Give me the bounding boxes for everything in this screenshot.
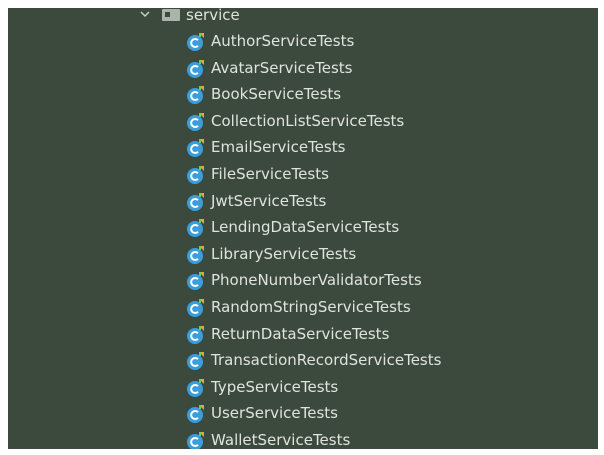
- test-class-icon: [187, 325, 204, 344]
- file-list: AuthorServiceTests AvatarServiceTests Book…: [8, 28, 598, 449]
- file-label: RandomStringServiceTests: [211, 297, 411, 316]
- file-item[interactable]: TypeServiceTests: [8, 374, 598, 401]
- file-label: ReturnDataServiceTests: [211, 324, 390, 343]
- test-class-icon: [187, 405, 204, 424]
- file-item[interactable]: AuthorServiceTests: [8, 28, 598, 55]
- test-class-icon: [187, 192, 204, 211]
- file-label: WalletServiceTests: [211, 430, 351, 449]
- test-class-icon: [187, 59, 204, 78]
- file-item[interactable]: JwtServiceTests: [8, 188, 598, 215]
- folder-label: service: [186, 8, 240, 24]
- file-label: LibraryServiceTests: [211, 244, 357, 263]
- file-label: BookServiceTests: [211, 85, 342, 104]
- folder-row-service[interactable]: service: [8, 8, 598, 27]
- test-class-icon: [187, 139, 204, 158]
- file-item[interactable]: RandomStringServiceTests: [8, 294, 598, 321]
- test-class-icon: [187, 272, 204, 291]
- file-label: PhoneNumberValidatorTests: [211, 271, 422, 290]
- file-label: TransactionRecordServiceTests: [211, 351, 442, 370]
- test-class-icon: [187, 352, 204, 371]
- file-item[interactable]: EmailServiceTests: [8, 134, 598, 161]
- file-item[interactable]: UserServiceTests: [8, 400, 598, 427]
- project-tree-panel: service AuthorServiceTests AvatarServiceT…: [8, 8, 598, 449]
- file-item[interactable]: BookServiceTests: [8, 81, 598, 108]
- file-item[interactable]: FileServiceTests: [8, 161, 598, 188]
- test-class-icon: [187, 86, 204, 105]
- test-class-icon: [187, 298, 204, 317]
- file-label: AvatarServiceTests: [211, 58, 353, 77]
- file-item[interactable]: ReturnDataServiceTests: [8, 321, 598, 348]
- file-item[interactable]: WalletServiceTests: [8, 427, 598, 449]
- file-item[interactable]: LibraryServiceTests: [8, 241, 598, 268]
- file-item[interactable]: TransactionRecordServiceTests: [8, 347, 598, 374]
- file-label: UserServiceTests: [211, 404, 338, 423]
- file-label: LendingDataServiceTests: [211, 218, 400, 237]
- test-class-icon: [187, 33, 204, 51]
- file-label: CollectionListServiceTests: [211, 111, 405, 130]
- file-item[interactable]: LendingDataServiceTests: [8, 214, 598, 241]
- file-label: EmailServiceTests: [211, 138, 346, 157]
- test-class-icon: [187, 219, 204, 238]
- file-item[interactable]: CollectionListServiceTests: [8, 108, 598, 135]
- file-label: AuthorServiceTests: [211, 32, 355, 50]
- folder-icon: [162, 9, 180, 21]
- test-class-icon: [187, 378, 204, 397]
- file-label: JwtServiceTests: [211, 191, 327, 210]
- test-class-icon: [187, 165, 204, 184]
- test-class-icon: [187, 112, 204, 131]
- test-class-icon: [187, 431, 204, 449]
- file-label: TypeServiceTests: [211, 377, 339, 396]
- chevron-down-icon[interactable]: [138, 8, 152, 21]
- file-item[interactable]: AvatarServiceTests: [8, 55, 598, 82]
- test-class-icon: [187, 245, 204, 264]
- file-item[interactable]: PhoneNumberValidatorTests: [8, 267, 598, 294]
- file-label: FileServiceTests: [211, 164, 329, 183]
